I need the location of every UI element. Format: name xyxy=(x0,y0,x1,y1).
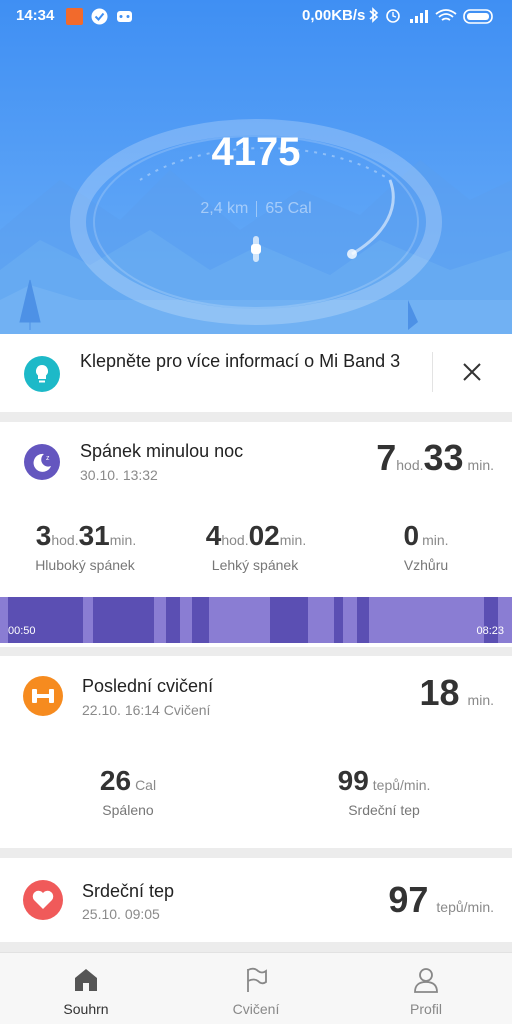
awake-label: Vzhůru xyxy=(403,557,449,573)
sleep-start-time: 00:50 xyxy=(8,625,36,637)
heart-value: 97 xyxy=(388,879,429,920)
step-count[interactable]: 4175 xyxy=(0,130,512,175)
light-minutes: 02 xyxy=(248,520,280,551)
nav-exercise-label: Cvičení xyxy=(232,1001,280,1017)
gamepad-icon xyxy=(117,11,132,22)
nav-summary[interactable]: Souhrn xyxy=(26,953,146,1024)
sleep-minutes: 33 xyxy=(423,437,464,478)
exercise-date: 22.10. 16:14 Cvičení xyxy=(82,702,211,718)
heart-rate-value: 97 tepů/min. xyxy=(388,879,494,921)
exercise-heartrate-value: 99 tepů/min. xyxy=(314,765,454,797)
deep-hours-unit: hod. xyxy=(51,532,79,548)
deep-sleep-value: 3hod.31min. xyxy=(30,520,142,552)
exercise-hr-unit: tepů/min. xyxy=(372,777,431,793)
awake-value: 0 min. xyxy=(380,520,472,552)
sleep-hours: 7 xyxy=(376,437,397,478)
heart-icon xyxy=(23,880,63,920)
exercise-minutes: 18 xyxy=(419,672,460,713)
lightbulb-icon xyxy=(24,356,60,392)
home-icon xyxy=(75,969,97,991)
close-icon[interactable] xyxy=(462,362,482,382)
sleep-total: 7hod.33 min. xyxy=(376,437,494,479)
nav-profile-label: Profil xyxy=(410,1001,442,1017)
exercise-calories: 26 xyxy=(99,765,132,796)
calories-burned-value: 26 Cal xyxy=(68,765,188,797)
nav-profile[interactable]: Profil xyxy=(366,953,486,1024)
heart-date: 25.10. 09:05 xyxy=(82,906,160,922)
deep-hours: 3 xyxy=(35,520,52,551)
sleep-end-time: 08:23 xyxy=(476,625,504,637)
exercise-heartrate-label: Srdeční tep xyxy=(348,802,420,818)
exercise-hr: 99 xyxy=(337,765,369,796)
calories-burned-label: Spáleno xyxy=(102,802,154,818)
light-minutes-unit: min. xyxy=(279,532,307,548)
info-banner[interactable] xyxy=(0,334,512,412)
awake-minutes: 0 xyxy=(403,520,420,551)
minutes-unit: min. xyxy=(467,457,494,473)
person-icon xyxy=(414,968,438,993)
dumbbell-icon xyxy=(23,676,63,716)
light-sleep-label: Lehký spánek xyxy=(211,557,299,573)
info-banner-text: Klepněte pro více informací o Mi Band 3 xyxy=(80,351,401,371)
light-sleep-value: 4hod.02min. xyxy=(200,520,312,552)
band-icon xyxy=(251,236,261,262)
deep-minutes-unit: min. xyxy=(109,532,137,548)
status-bar: 14:34 0,00KB/s xyxy=(0,0,512,32)
network-speed: 0,00KB/s xyxy=(302,7,366,24)
bottom-navigation: Souhrn Cvičení Profil xyxy=(0,952,512,1024)
svg-text:z: z xyxy=(46,455,50,462)
sleep-title: Spánek minulou noc xyxy=(80,441,244,461)
light-hours-unit: hod. xyxy=(221,532,249,548)
check-circle-icon xyxy=(91,8,108,25)
status-icons xyxy=(369,7,493,24)
heart-unit: tepů/min. xyxy=(436,899,494,915)
calories-value: 65 Cal xyxy=(265,200,312,217)
distance-value: 2,4 km xyxy=(200,200,249,217)
exercise-duration: 18 min. xyxy=(420,672,495,714)
exercise-title: Poslední cvičení xyxy=(82,676,214,696)
hero-header: 14:34 0,00KB/s 4175 2,4 km 65 Cal xyxy=(0,0,512,334)
awake-unit: min. xyxy=(422,532,449,548)
light-hours: 4 xyxy=(205,520,222,551)
signal-icon xyxy=(410,10,428,23)
flag-icon xyxy=(247,967,267,992)
heart-title: Srdeční tep xyxy=(82,881,175,901)
hours-unit: hod. xyxy=(396,457,424,473)
exercise-minutes-unit: min. xyxy=(467,692,494,708)
bluetooth-icon xyxy=(369,7,379,23)
app-notification-icon xyxy=(66,8,83,25)
deep-minutes: 31 xyxy=(78,520,110,551)
divider xyxy=(432,352,433,392)
exercise-calories-unit: Cal xyxy=(135,777,157,793)
distance-calories: 2,4 km 65 Cal xyxy=(0,200,512,218)
sleep-timeline[interactable] xyxy=(0,597,512,643)
wifi-icon xyxy=(435,9,457,21)
nav-summary-label: Souhrn xyxy=(63,1001,109,1017)
sleep-date: 30.10. 13:32 xyxy=(80,467,158,483)
nav-exercise[interactable]: Cvičení xyxy=(196,953,316,1024)
moon-icon: z xyxy=(24,444,60,480)
status-time: 14:34 xyxy=(16,7,55,24)
deep-sleep-label: Hluboký spánek xyxy=(35,557,135,573)
